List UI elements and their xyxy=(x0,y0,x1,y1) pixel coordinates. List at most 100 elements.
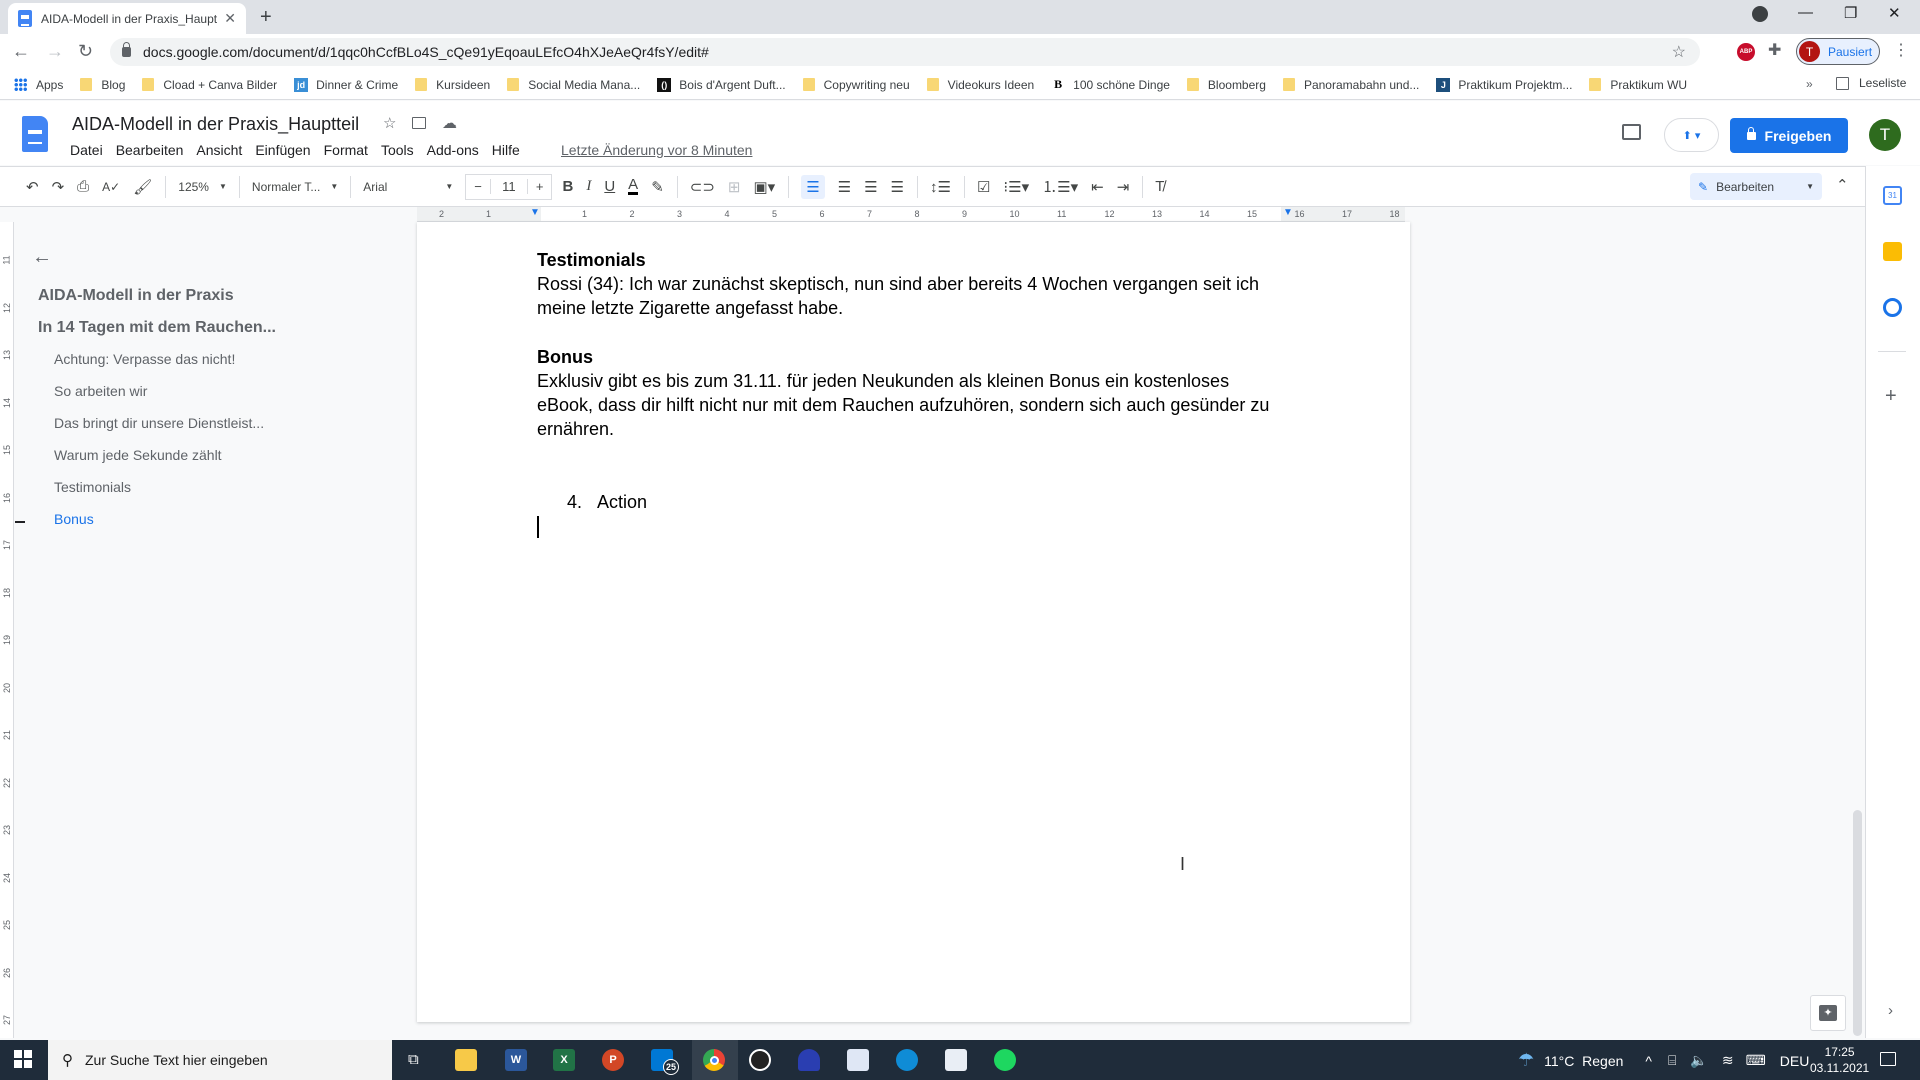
tasks-icon[interactable] xyxy=(1883,298,1902,317)
bold-icon[interactable]: B xyxy=(562,178,573,195)
chrome-icon[interactable] xyxy=(703,1049,725,1071)
move-folder-icon[interactable] xyxy=(412,117,426,129)
checklist-icon[interactable]: ☑ xyxy=(977,178,990,196)
justify-icon[interactable]: ☰ xyxy=(891,178,904,196)
bookmark-apps[interactable]: Apps xyxy=(14,78,63,92)
explore-button[interactable]: ✦ xyxy=(1810,995,1846,1031)
right-indent-marker-icon[interactable]: ▼ xyxy=(1283,207,1293,218)
text-color-icon[interactable]: A xyxy=(628,177,639,195)
new-tab-button[interactable]: + xyxy=(260,6,272,29)
align-left-icon[interactable]: ☰ xyxy=(801,174,825,199)
more-bookmarks-button[interactable]: » xyxy=(1806,77,1813,91)
bookmark-panoramabahn[interactable]: Panoramabahn und... xyxy=(1282,78,1419,92)
extensions-puzzle-icon[interactable]: ✚ xyxy=(1768,40,1781,60)
last-edit-link[interactable]: Letzte Änderung vor 8 Minuten xyxy=(561,142,752,158)
adblock-plus-icon[interactable]: ABP xyxy=(1737,43,1755,61)
obs-icon[interactable] xyxy=(749,1049,771,1071)
star-icon[interactable]: ☆ xyxy=(383,114,396,132)
close-window-button[interactable]: ✕ xyxy=(1888,4,1901,22)
bookmark-100-schoene-dinge[interactable]: B 100 schöne Dinge xyxy=(1051,77,1170,92)
align-center-icon[interactable]: ☰ xyxy=(838,178,851,196)
hide-menus-chevron-up-icon[interactable]: ⌃ xyxy=(1836,176,1849,194)
bookmark-social-media[interactable]: Social Media Mana... xyxy=(507,78,640,92)
menu-datei[interactable]: Datei xyxy=(70,142,103,158)
back-arrow-icon[interactable]: ← xyxy=(12,41,30,62)
close-tab-icon[interactable]: ✕ xyxy=(224,10,236,27)
bookmark-cload-canva[interactable]: Cload + Canva Bilder xyxy=(142,78,277,92)
bookmark-bois-dargent[interactable]: () Bois d'Argent Duft... xyxy=(657,77,786,92)
menu-einfuegen[interactable]: Einfügen xyxy=(255,142,310,158)
bookmark-kursideen[interactable]: Kursideen xyxy=(415,78,490,92)
app-icon[interactable] xyxy=(798,1049,820,1071)
spotify-icon[interactable] xyxy=(994,1049,1016,1071)
browser-tab[interactable]: AIDA-Modell in der Praxis_Haupt ✕ xyxy=(8,3,246,34)
insert-link-icon[interactable]: ⊂⊃ xyxy=(690,178,715,196)
bulleted-list-icon[interactable]: ⁝☰▾ xyxy=(1003,178,1029,196)
increase-font-size-button[interactable]: + xyxy=(528,179,552,194)
file-explorer-icon[interactable] xyxy=(455,1049,477,1071)
close-outline-arrow-icon[interactable]: ← xyxy=(32,246,52,269)
decrease-font-size-button[interactable]: − xyxy=(466,179,490,194)
language-indicator[interactable]: DEU xyxy=(1780,1053,1810,1069)
outline-item[interactable]: Achtung: Verpasse das nicht! xyxy=(54,351,235,367)
forward-arrow-icon[interactable]: → xyxy=(46,41,64,62)
word-icon[interactable]: W xyxy=(505,1049,527,1071)
increase-indent-icon[interactable]: ⇥ xyxy=(1117,178,1130,196)
reading-list-button[interactable]: Leseliste xyxy=(1836,76,1906,90)
undo-icon[interactable]: ↶ xyxy=(26,178,39,196)
menu-ansicht[interactable]: Ansicht xyxy=(196,142,242,158)
bookmark-praktikum-wu[interactable]: Praktikum WU xyxy=(1589,78,1687,92)
outline-item[interactable]: Bonus xyxy=(54,511,94,527)
outline-item[interactable]: AIDA-Modell in der Praxis xyxy=(38,287,234,305)
add-addon-icon[interactable]: + xyxy=(1885,385,1897,408)
outline-item[interactable]: Das bringt dir unsere Dienstleist... xyxy=(54,415,264,431)
weather-text[interactable]: 11°C Regen xyxy=(1544,1053,1623,1069)
paint-format-icon[interactable]: 🖌 xyxy=(133,178,152,196)
paint-app-icon[interactable] xyxy=(847,1049,869,1071)
comment-history-icon[interactable] xyxy=(1622,124,1641,140)
bookmark-praktikum-projekt[interactable]: J Praktikum Projektm... xyxy=(1436,77,1572,92)
add-comment-icon[interactable]: ⊞ xyxy=(728,178,741,196)
keep-icon[interactable] xyxy=(1883,242,1902,261)
minimize-button[interactable]: — xyxy=(1798,4,1813,21)
menu-addons[interactable]: Add-ons xyxy=(427,142,479,158)
profile-button[interactable]: T Pausiert xyxy=(1796,38,1880,65)
outline-item[interactable]: Testimonials xyxy=(54,479,131,495)
bookmark-dinner-crime[interactable]: jd Dinner & Crime xyxy=(294,77,398,92)
insert-image-icon[interactable]: ▣▾ xyxy=(753,178,775,196)
decrease-indent-icon[interactable]: ⇤ xyxy=(1091,178,1104,196)
volume-icon[interactable]: 🔈 xyxy=(1690,1052,1707,1069)
document-title[interactable]: AIDA-Modell in der Praxis_Hauptteil xyxy=(72,114,359,135)
taskbar-search-input[interactable]: ⚲ Zur Suche Text hier eingeben xyxy=(48,1040,392,1080)
vertical-scrollbar[interactable] xyxy=(1853,810,1862,1036)
cloud-saved-icon[interactable]: ☁ xyxy=(442,114,457,132)
spellcheck-icon[interactable]: A✓ xyxy=(102,180,120,194)
document-page[interactable] xyxy=(417,222,1410,1022)
google-docs-logo-icon[interactable] xyxy=(22,116,48,152)
menu-hilfe[interactable]: Hilfe xyxy=(492,142,520,158)
outline-item[interactable]: Warum jede Sekunde zählt xyxy=(54,447,222,463)
meet-now-icon[interactable]: ⌸ xyxy=(1668,1052,1676,1069)
numbered-list-icon[interactable]: ⒈☰▾ xyxy=(1042,176,1078,197)
line-spacing-icon[interactable]: ↕☰ xyxy=(930,178,951,196)
windows-start-icon[interactable] xyxy=(14,1050,32,1068)
calendar-icon[interactable]: 31 xyxy=(1883,186,1902,205)
redo-icon[interactable]: ↷ xyxy=(52,178,65,196)
bookmark-copywriting[interactable]: Copywriting neu xyxy=(802,78,910,92)
font-size-input[interactable]: 11 xyxy=(489,179,528,194)
menu-bearbeiten[interactable]: Bearbeiten xyxy=(116,142,184,158)
chevron-right-icon[interactable]: › xyxy=(1888,1002,1893,1019)
address-bar[interactable]: docs.google.com/document/d/1qqc0hCcfBLo4… xyxy=(110,38,1700,66)
underline-icon[interactable]: U xyxy=(604,178,615,195)
bookmark-videokurs[interactable]: Videokurs Ideen xyxy=(926,78,1034,92)
bookmark-blog[interactable]: Blog xyxy=(80,78,125,92)
font-select[interactable]: Arial ▼ xyxy=(363,180,453,194)
powerpoint-icon[interactable]: P xyxy=(602,1049,624,1071)
user-avatar[interactable]: T xyxy=(1869,119,1901,151)
notification-center-icon[interactable] xyxy=(1880,1052,1896,1066)
tab-search-icon[interactable] xyxy=(1752,6,1768,22)
keyboard-icon[interactable]: ⌨ xyxy=(1746,1052,1766,1069)
notepad-icon[interactable] xyxy=(945,1049,967,1071)
bookmark-star-icon[interactable]: ☆ xyxy=(1672,42,1686,62)
menu-format[interactable]: Format xyxy=(324,142,368,158)
